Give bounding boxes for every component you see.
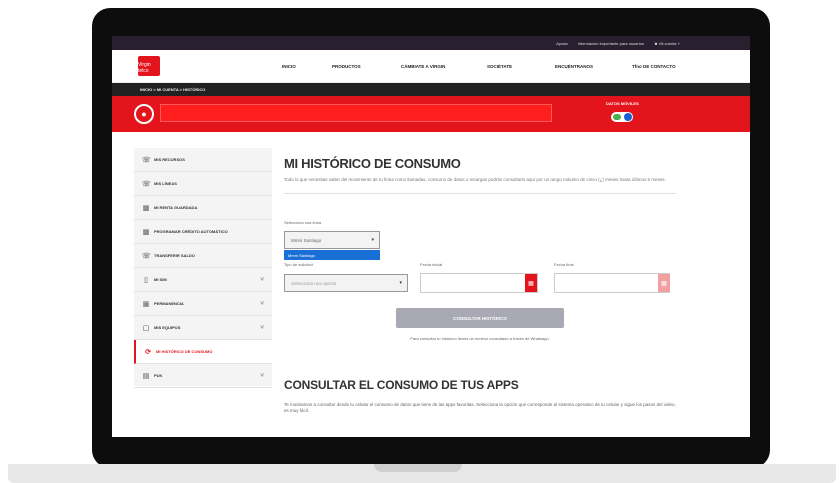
brand-logo[interactable]: Virgin telco [138, 56, 160, 76]
account-hero: ● DATOS MÓVILES [112, 96, 750, 132]
chevron-down-icon: ˅ [260, 300, 264, 307]
sidebar-item-label: MIS RECURSOS [154, 157, 185, 162]
sidebar-item-recursos[interactable]: ☏ MIS RECURSOS [134, 148, 272, 172]
laptop-screen: Ayuda Información importante para usuari… [112, 36, 750, 437]
mobile-data-label: DATOS MÓVILES [606, 101, 639, 106]
sidebar-item-sim[interactable]: ▯ MI SIM ˅ [134, 268, 272, 292]
nav-item-inicio[interactable]: INICIO [282, 64, 296, 69]
utility-bar: Ayuda Información importante para usuari… [112, 36, 750, 50]
logo-text: Virgin telco [138, 62, 151, 74]
phone-icon: ☏ [142, 252, 151, 260]
whatsapp-hint: Para consultar tu histórico tienes un mí… [410, 336, 550, 341]
sidebar-item-label: MIS LÍNEAS [154, 181, 177, 186]
history-icon: ⟳ [145, 348, 151, 356]
line-dropdown-option[interactable]: Mmm Santiago [284, 250, 380, 260]
line-option-label: Mmm Santiago [288, 252, 315, 258]
page-title: MI HISTÓRICO DE CONSUMO [284, 156, 461, 171]
chevron-down-icon: ▾ [399, 280, 402, 286]
chevron-down-icon: ˅ [260, 276, 264, 283]
lock-icon: ▤ [142, 372, 150, 380]
chevron-down-icon: ˅ [260, 372, 264, 379]
gift-icon: ▩ [142, 204, 150, 212]
line-select[interactable]: Mmm Santiago ▾ [284, 231, 380, 249]
mobile-data-control: DATOS MÓVILES [606, 101, 639, 122]
calendar-icon[interactable]: ▦ [525, 274, 537, 292]
start-date-label: Fecha inicial [420, 262, 443, 267]
help-link[interactable]: Ayuda [556, 41, 567, 46]
account-sidebar: ☏ MIS RECURSOS ☏ MIS LÍNEAS ▩ MI RENTA GUAR… [134, 148, 272, 388]
toggle-knob [624, 113, 633, 121]
laptop-notch [374, 464, 462, 472]
phone-icon: ☏ [142, 180, 151, 188]
phone-icon: ☏ [142, 156, 151, 164]
sidebar-item-label: MI HISTÓRICO DE CONSUMO [156, 349, 213, 354]
nav-item-contacto[interactable]: Tfno DE CONTACTO [632, 64, 676, 69]
sidebar-item-lineas[interactable]: ☏ MIS LÍNEAS [134, 172, 272, 196]
request-type-label: Tipo de solicitud [284, 262, 313, 267]
sidebar-item-historico[interactable]: ⟳ MI HISTÓRICO DE CONSUMO [134, 340, 272, 364]
account-label: Mi cuenta [659, 40, 677, 46]
end-date-input[interactable] [554, 273, 670, 293]
sidebar-item-label: PUK [154, 373, 163, 378]
end-date-label: Fecha final [554, 262, 574, 267]
page-description: Todo lo que necesitas saber del movimien… [284, 177, 666, 182]
sidebar-item-equipos[interactable]: ▢ MIS EQUIPOS ˅ [134, 316, 272, 340]
calendar-icon[interactable]: ▦ [658, 274, 670, 292]
line-select-value: Mmm Santiago [291, 237, 322, 243]
main-content: MI HISTÓRICO DE CONSUMO Todo lo que nece… [284, 156, 676, 194]
chevron-down-icon: ▾ [371, 237, 374, 243]
apps-section-title: CONSULTAR EL CONSUMO DE TUS APPS [284, 378, 519, 392]
request-type-select[interactable]: Selecciona una opción ▾ [284, 274, 408, 292]
sidebar-item-credito[interactable]: ▩ PROGRAMAR CRÉDITO AUTOMÁTICO [134, 220, 272, 244]
sidebar-item-transferir[interactable]: ☏ TRANSFERIR SALDO [134, 244, 272, 268]
breadcrumb: INICIO > MI CUENTA > HISTÓRICO [112, 83, 750, 96]
nav-item-cambiate[interactable]: CÁMBIATE A VIRGIN [401, 64, 445, 69]
sidebar-item-renta[interactable]: ▩ MI RENTA GUARDADA [134, 196, 272, 220]
sidebar-item-label: MI RENTA GUARDADA [154, 205, 198, 210]
apps-section-text: Te mostramos a consultar desde tu celula… [284, 402, 676, 413]
sim-icon: ▯ [144, 276, 148, 284]
laptop-scene: Ayuda Información importante para usuari… [0, 0, 840, 483]
sidebar-item-label: TRANSFERIR SALDO [154, 253, 195, 258]
device-icon: ▢ [142, 324, 150, 332]
user-icon: ☻ [653, 40, 659, 46]
line-select-label: Selecciona una línea [284, 220, 322, 225]
start-date-input[interactable] [420, 273, 538, 293]
chevron-down-icon: ˅ [260, 324, 264, 331]
toggle-on-indicator [613, 114, 622, 120]
gift-icon: ▩ [142, 228, 150, 236]
nav-item-productos[interactable]: PRODUCTOS [332, 64, 361, 69]
account-menu[interactable]: ☻ Mi cuenta ˅ [654, 41, 680, 46]
main-navigation: Virgin telco INICIO PRODUCTOS CÁMBIATE A… [112, 50, 750, 83]
sidebar-item-label: MI SIM [154, 277, 167, 282]
consult-history-button[interactable]: CONSULTAR HISTÓRICO [396, 308, 564, 328]
info-link[interactable]: Información importante para usuarios [578, 41, 644, 46]
sidebar-item-puk[interactable]: ▤ PUK ˅ [134, 364, 272, 388]
sidebar-item-permanencia[interactable]: ▣ PERMANENCIA ˅ [134, 292, 272, 316]
sidebar-item-label: MIS EQUIPOS [154, 325, 181, 330]
account-name-field [160, 104, 552, 122]
document-icon: ▣ [142, 300, 150, 308]
avatar: ● [134, 104, 154, 124]
divider [284, 193, 676, 194]
nav-item-encuentranos[interactable]: ENCUÉNTRANOS [555, 64, 593, 69]
nav-item-societate[interactable]: SOCIÉTATE [487, 64, 512, 69]
mobile-data-toggle[interactable] [611, 112, 634, 122]
sidebar-item-label: PERMANENCIA [154, 301, 184, 306]
sidebar-item-label: PROGRAMAR CRÉDITO AUTOMÁTICO [154, 229, 228, 234]
chevron-down-icon: ˅ [677, 40, 680, 46]
request-type-placeholder: Selecciona una opción [291, 280, 337, 286]
